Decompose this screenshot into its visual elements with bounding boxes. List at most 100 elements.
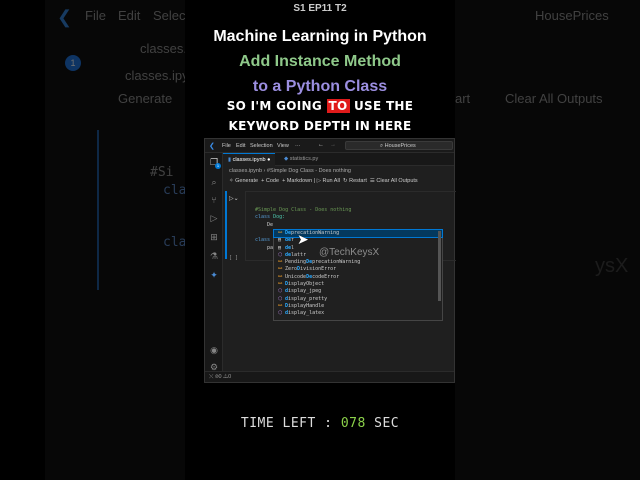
function-icon: ⬡: [278, 295, 283, 302]
label: Run All: [322, 178, 340, 184]
warning-count: 0: [228, 374, 232, 380]
class-icon: ⚯: [278, 266, 283, 273]
function-icon: ⬡: [278, 288, 283, 295]
suggestion-text: ivisionError: [300, 266, 337, 273]
suggestion-item[interactable]: ⬡ display_latex: [274, 310, 442, 317]
suggestion-item[interactable]: ⬡ delattr: [274, 252, 442, 259]
error-count: 0: [218, 374, 222, 380]
run-all-button[interactable]: ▷ Run All: [317, 178, 340, 184]
label: Generate: [235, 178, 259, 184]
cell-execution-count: [ ]: [229, 255, 239, 261]
command-search[interactable]: ⌕ HousePrices: [345, 141, 453, 150]
tab-statistics-py[interactable]: ◆ statistics.py: [279, 153, 323, 166]
suggestion-item[interactable]: ⚯ DisplayObject: [274, 281, 442, 288]
code-typed-text: De: [267, 222, 274, 228]
function-icon: ⬡: [278, 310, 283, 317]
status-bar: ⤬ ⊗0 ⚠0: [205, 371, 454, 382]
notebook-toolbar: ✧ Generate + Code + Markdown | ▷ Run All…: [229, 178, 418, 184]
suggestion-item[interactable]: ⚯ PendingDeprecationWarning: [274, 259, 442, 266]
suggestion-item[interactable]: ⚯ ZeroDivisionError: [274, 266, 442, 273]
breadcrumb-item[interactable]: classes.ipynb: [229, 168, 262, 174]
suggestion-item[interactable]: ⚯ UnicodeDecodeError: [274, 274, 442, 281]
search-icon[interactable]: ⌕: [209, 177, 219, 187]
suggestion-item[interactable]: ⬡ display_pretty: [274, 296, 442, 303]
caption-line-1: SO I'M GOING TO USE THE: [185, 99, 455, 113]
menu-more[interactable]: ···: [295, 143, 301, 149]
generate-button[interactable]: ✧ Generate: [229, 178, 258, 184]
video-subtitle-2: to a Python Class: [252, 78, 388, 95]
account-icon[interactable]: ◉: [209, 345, 219, 355]
countdown-timer: TIME LEFT : 078 SEC: [185, 416, 455, 431]
caption-text: SO I'M GOING: [226, 99, 327, 113]
function-icon: ⬡: [278, 251, 283, 258]
vscode-window: ❮ File Edit Selection View ··· ← → ⌕ Hou…: [204, 138, 456, 383]
suggestion-text: Unicode: [285, 273, 307, 280]
editor-tabs: ▮ classes.ipynb ● ◆ statistics.py: [223, 153, 454, 166]
timer-value: 078: [340, 416, 366, 431]
tab-classes-ipynb[interactable]: ▮ classes.ipynb ●: [223, 153, 276, 166]
suggestion-text: precationWarning: [312, 259, 361, 266]
code-keyword: class: [255, 237, 271, 243]
mouse-cursor-icon: ➤: [297, 231, 309, 247]
code-keyword: class: [255, 214, 271, 220]
bg-generate: Generate: [118, 91, 173, 106]
suggestion-text: lattr: [291, 251, 307, 258]
menu-view[interactable]: View: [277, 143, 289, 149]
class-icon: ⚯: [278, 259, 283, 266]
title-bar: ❮ File Edit Selection View ··· ← → ⌕ Hou…: [205, 139, 454, 153]
suggestion-text: isplay_latex: [288, 310, 325, 317]
bg-menu-edit: Edit: [118, 8, 141, 23]
class-icon: ⚯: [278, 302, 283, 309]
class-icon: ⚯: [278, 273, 283, 280]
forward-arrow-icon[interactable]: →: [330, 142, 336, 148]
suggestion-text: codeError: [312, 273, 340, 280]
suggestion-text: isplayHandle: [288, 302, 325, 309]
tab-label: classes.ipynb: [232, 157, 266, 163]
suggestion-text: isplay_jpeg: [288, 288, 322, 295]
python-icon[interactable]: ✦: [209, 270, 219, 280]
suggestion-item[interactable]: ⚯ DisplayHandle: [274, 303, 442, 310]
add-code-button[interactable]: + Code: [261, 178, 279, 184]
keyword-icon: ▤: [278, 237, 282, 244]
vscode-logo-icon: ❮: [57, 7, 73, 27]
bg-code: cla: [163, 235, 187, 250]
add-markdown-button[interactable]: + Markdown: [282, 178, 312, 184]
code-class-name: Dog:: [270, 214, 286, 220]
run-debug-icon[interactable]: ▷: [209, 213, 219, 223]
menu-file[interactable]: File: [222, 143, 231, 149]
bg-clear-outputs: Clear All Outputs: [505, 91, 603, 106]
menu-selection[interactable]: Selection: [250, 143, 273, 149]
suggestion-item[interactable]: ⬡ display_jpeg: [274, 288, 442, 295]
keyword-icon: ▤: [278, 244, 282, 251]
suggestion-text: Zero: [285, 266, 298, 273]
search-label: HousePrices: [384, 143, 416, 149]
extensions-icon[interactable]: ⊞: [209, 232, 219, 242]
bg-watermark: ysX: [595, 255, 629, 277]
episode-label: S1 EP11 T2: [293, 3, 347, 14]
breadcrumb-item[interactable]: #Simple Dog Class - Does nothing: [267, 168, 351, 174]
back-arrow-icon[interactable]: ←: [318, 142, 324, 148]
run-cell-icon[interactable]: ▷⌄: [229, 195, 239, 202]
suggestion-text: isplayObject: [288, 281, 325, 288]
explorer-badge: 1: [215, 163, 221, 169]
suggestion-text: Pending: [285, 259, 307, 266]
label: Clear All Outputs: [376, 178, 418, 184]
caption-highlight: TO: [326, 99, 350, 113]
activity-bar: ❐ 1 ⌕ ⑂ ▷ ⊞ ⚗ ✦ ◉ ⚙: [205, 153, 223, 372]
testing-icon[interactable]: ⚗: [209, 251, 219, 261]
class-icon: ⚯: [278, 281, 283, 288]
tab-label: statistics.py: [289, 156, 319, 162]
suggestion-text: l: [291, 244, 295, 251]
breadcrumb: classes.ipynb › #Simple Dog Class - Does…: [229, 168, 351, 174]
source-control-icon[interactable]: ⑂: [209, 195, 219, 205]
problems-indicator[interactable]: ⊗0 ⚠0: [215, 374, 231, 380]
bg-restart: art: [455, 91, 471, 106]
restart-button[interactable]: ↻ Restart: [343, 178, 367, 184]
clear-outputs-button[interactable]: ☰ Clear All Outputs: [370, 178, 418, 184]
suggestions-scrollbar[interactable]: [438, 231, 441, 301]
bg-search: HousePrices: [535, 8, 609, 23]
unsaved-dot-icon: ●: [265, 157, 271, 163]
bg-code: cla: [163, 183, 187, 198]
menu-edit[interactable]: Edit: [236, 143, 245, 149]
timer-unit: SEC: [365, 416, 400, 431]
